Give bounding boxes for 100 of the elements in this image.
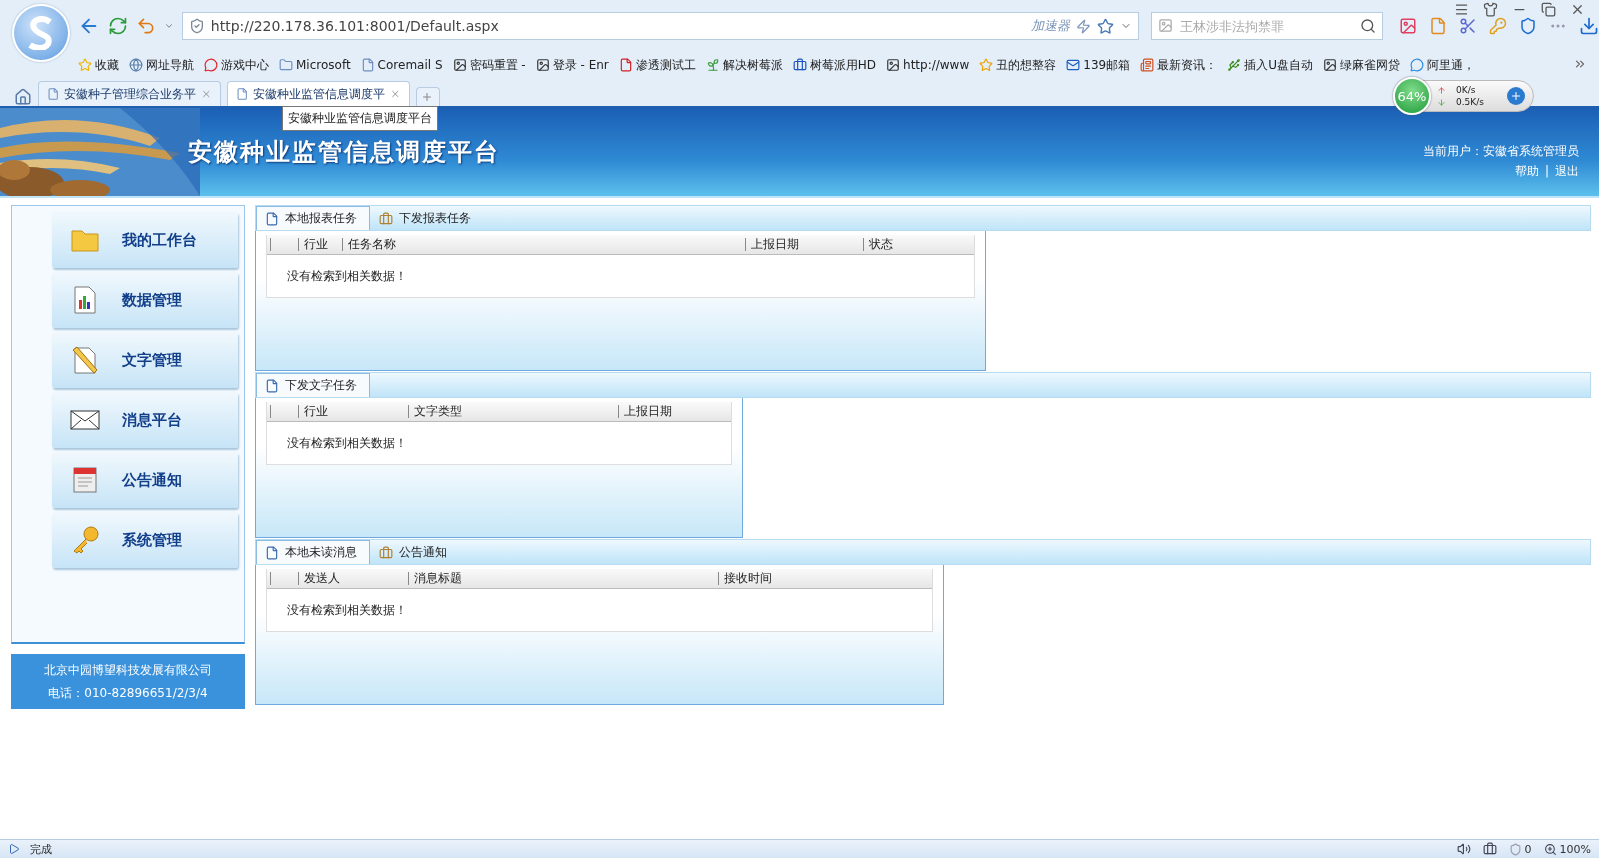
bookmark[interactable]: 阿里通， — [1409, 56, 1475, 74]
folder-icon — [279, 58, 293, 72]
bookmark[interactable]: 丑的想整容 — [979, 56, 1057, 74]
page-icon[interactable] — [1429, 17, 1447, 35]
browser-tab[interactable]: 安徽种业监管信息调度平 — [227, 81, 410, 106]
status-icon — [8, 843, 20, 855]
bookmark[interactable]: 最新资讯： — [1140, 56, 1218, 74]
tab-title: 安徽种业监管信息调度平 — [253, 85, 386, 103]
header-cell — [267, 235, 295, 255]
star-icon[interactable] — [1097, 17, 1115, 35]
page-icon — [236, 87, 249, 101]
column-header: 上报日期 — [742, 235, 860, 255]
bookmark[interactable]: 网址导航 — [129, 56, 194, 74]
browser-logo[interactable] — [12, 4, 70, 62]
chat-icon — [1409, 58, 1424, 72]
bookmark[interactable]: 139邮箱 — [1066, 56, 1131, 74]
empty-message: 没有检索到相关数据！ — [286, 267, 408, 285]
column-header: 接收时间 — [715, 569, 932, 589]
bookmark[interactable]: 渗透测试工 — [618, 56, 696, 74]
bookmark[interactable]: 绿麻雀网贷 — [1322, 56, 1400, 74]
company-name: 北京中园博望科技发展有限公司 — [44, 661, 212, 679]
status-text: 完成 — [30, 841, 52, 857]
column-header: 文字类型 — [405, 402, 615, 422]
address-bar[interactable]: http://220.178.36.101:8001/Default.aspx 加速器 — [181, 12, 1140, 40]
shield-icon — [1508, 842, 1522, 856]
tab-title: 安徽种子管理综合业务平 — [64, 85, 197, 103]
bookmark[interactable]: Microsoft — [279, 58, 351, 72]
site-title: 安徽种业监管信息调度平台 — [188, 137, 500, 168]
download-speed: 0.5K/s — [1456, 97, 1484, 107]
zoom-icon — [1543, 842, 1557, 856]
header-cell — [267, 402, 295, 422]
phone-number: 电话：010-82896651/2/3/4 — [48, 684, 208, 702]
upload-speed: 0K/s — [1456, 85, 1476, 95]
restore-icon[interactable] — [1541, 2, 1556, 17]
usb-icon — [1227, 58, 1242, 72]
column-header: 发送人 — [295, 569, 405, 589]
page-icon — [47, 87, 60, 101]
image-icon — [452, 58, 467, 72]
document-icon — [265, 545, 279, 560]
document-icon — [265, 378, 279, 393]
download-icon[interactable] — [1579, 16, 1599, 36]
bookmark[interactable]: 插入U盘自动 — [1227, 56, 1313, 74]
panel-tab[interactable]: 下发报表任务 — [370, 206, 484, 230]
bookmark[interactable]: Coremail S — [360, 58, 443, 72]
search-field[interactable]: 王林涉非法拘禁罪 — [1151, 12, 1383, 40]
menu-button[interactable]: 文字管理 — [52, 332, 238, 388]
menu-button[interactable]: 系统管理 — [52, 512, 238, 568]
panel-tab[interactable]: 本地报表任务 — [256, 206, 370, 230]
pencil-document-icon — [70, 345, 100, 375]
bookmark[interactable]: 游戏中心 — [204, 56, 269, 74]
bookmark[interactable]: 登录 - Enr — [535, 56, 609, 74]
bookmark[interactable]: 密码重置 - — [452, 56, 526, 74]
panel-tab[interactable]: 本地未读消息 — [256, 540, 370, 564]
panel-tab[interactable]: 公告通知 — [370, 540, 460, 564]
upload-icon — [1437, 85, 1446, 95]
browser-tab[interactable]: 安徽种子管理综合业务平 — [38, 81, 221, 106]
bookmark[interactable]: http://www — [886, 58, 970, 72]
menu-button[interactable]: 公告通知 — [52, 452, 238, 508]
menu-icon[interactable] — [1454, 2, 1469, 17]
briefcase-icon — [379, 545, 393, 560]
menu-button[interactable]: 消息平台 — [52, 392, 238, 448]
bookmark[interactable]: 树莓派用HD — [792, 56, 877, 74]
scissors-icon[interactable] — [1459, 17, 1477, 35]
skin-icon[interactable] — [1483, 2, 1498, 17]
shield-icon — [188, 18, 205, 34]
column-header: 状态 — [860, 235, 974, 255]
document-icon — [265, 211, 279, 226]
plus-icon — [421, 91, 433, 103]
close-icon[interactable] — [1570, 2, 1585, 17]
speaker-icon[interactable] — [1456, 842, 1471, 856]
caret-icon[interactable] — [163, 21, 174, 31]
star-icon — [78, 58, 92, 72]
plus-icon — [1510, 90, 1522, 102]
tooltip: 安徽种业监管信息调度平台 — [282, 106, 438, 131]
zoom-level[interactable]: 100% — [1543, 842, 1591, 856]
url-text: http://220.178.36.101:8001/Default.aspx — [210, 18, 500, 34]
panel-tab[interactable]: 下发文字任务 — [256, 373, 370, 397]
current-user: 当前用户：安徽省系统管理员 — [1423, 142, 1579, 160]
home-icon[interactable] — [14, 88, 32, 106]
star-icon — [979, 58, 994, 72]
memory-gauge: 64% — [1393, 77, 1431, 115]
image-icon — [886, 58, 901, 72]
lightning-icon[interactable] — [1076, 18, 1092, 34]
image-icon — [1322, 58, 1337, 72]
bookmark[interactable]: 解决树莓派 — [705, 56, 783, 74]
menu-button[interactable]: 数据管理 — [52, 272, 238, 328]
column-header: 上报日期 — [615, 402, 731, 422]
menu-button[interactable]: 我的工作台 — [52, 212, 238, 268]
bookmark[interactable]: 收藏 — [78, 56, 119, 74]
empty-message: 没有检索到相关数据！ — [286, 434, 408, 452]
shield-icon[interactable] — [1519, 17, 1537, 35]
undo-icon[interactable] — [135, 16, 156, 36]
add-button[interactable] — [1507, 87, 1525, 105]
toolbox-icon[interactable] — [1482, 842, 1497, 856]
column-header: 行业 — [295, 402, 405, 422]
search-icon[interactable] — [1360, 18, 1376, 34]
empty-message: 没有检索到相关数据！ — [286, 601, 408, 619]
ad-block-count[interactable]: 0 — [1508, 842, 1532, 856]
refresh-icon[interactable] — [107, 16, 128, 36]
download-icon — [1437, 97, 1446, 107]
